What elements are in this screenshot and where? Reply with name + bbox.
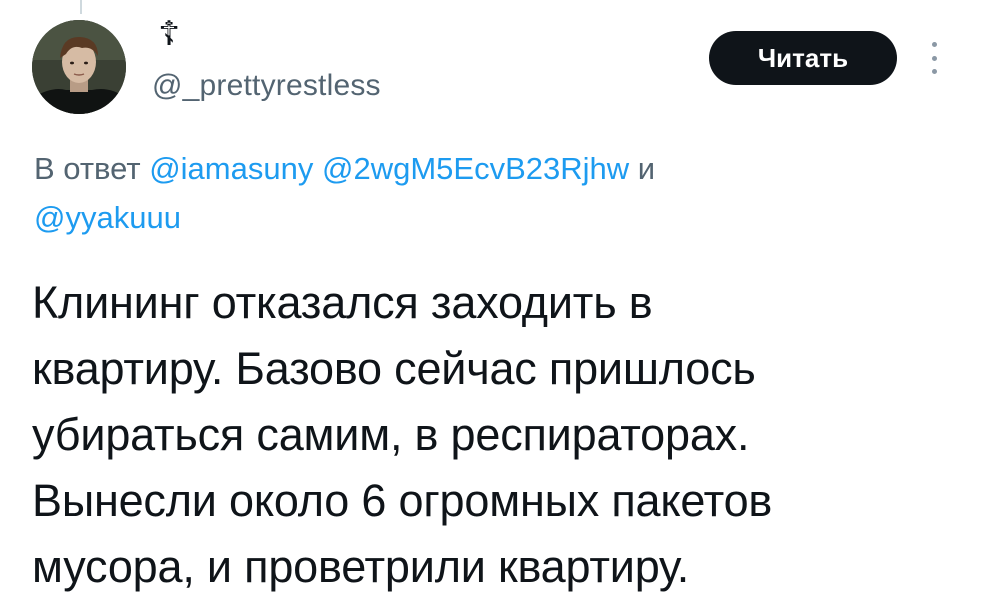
author-handle[interactable]: @_prettyrestless xyxy=(152,66,381,106)
thread-connector-line xyxy=(80,0,82,14)
mention-link[interactable]: @2wgM5EcvB23Rjhw xyxy=(322,151,629,186)
tweet-text: Клининг отказался заходить в квартиру. Б… xyxy=(32,270,952,600)
tweet-card: ☦ @_prettyrestless Читать В ответ @iamas… xyxy=(0,0,982,600)
reply-conjunction: и xyxy=(637,151,656,186)
tweet-text-line: мусора, и проветрили квартиру. xyxy=(32,541,690,592)
follow-button[interactable]: Читать xyxy=(709,31,897,85)
tweet-text-line: убираться самим, в респираторах. xyxy=(32,409,750,460)
mention-link[interactable]: @yyakuuu xyxy=(34,200,181,235)
tweet-text-line: Клининг отказался заходить в xyxy=(32,277,653,328)
tweet-text-line: Вынесли около 6 огромных пакетов xyxy=(32,475,773,526)
reply-prefix: В ответ xyxy=(34,151,141,186)
mention-link[interactable]: @iamasuny xyxy=(149,151,313,186)
reply-context: В ответ @iamasuny @2wgM5EcvB23Rjhw и @yy… xyxy=(34,144,934,242)
tweet-text-line: квартиру. Базово сейчас пришлось xyxy=(32,343,756,394)
profile-photo xyxy=(32,20,126,114)
author-display-name[interactable]: ☦ xyxy=(158,14,180,54)
avatar[interactable] xyxy=(32,20,126,114)
more-vertical-icon[interactable] xyxy=(926,38,942,78)
